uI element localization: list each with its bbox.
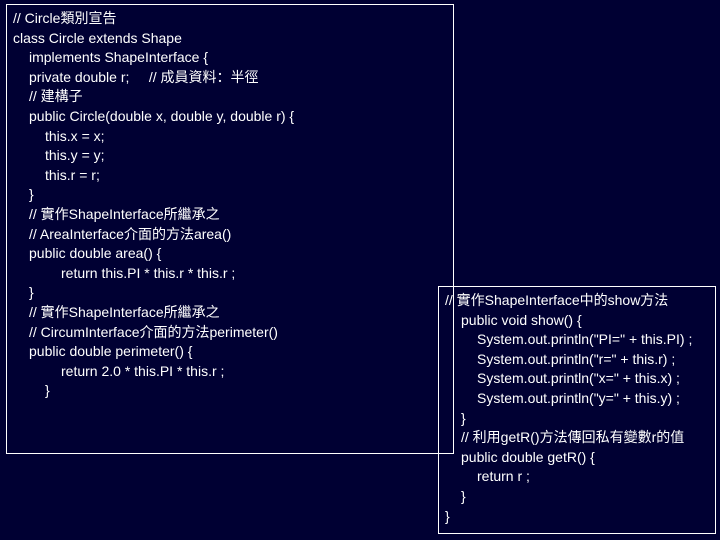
code-line: public double perimeter() {: [13, 342, 447, 362]
code-box-right: // 實作ShapeInterface中的show方法 public void …: [438, 286, 716, 534]
code-box-left: // Circle類別宣告 class Circle extends Shape…: [6, 4, 454, 454]
code-line: this.y = y;: [13, 146, 447, 166]
code-line: }: [445, 409, 709, 429]
code-line: // AreaInterface介面的方法area(): [13, 225, 447, 245]
code-line: System.out.println("x=" + this.x) ;: [445, 369, 709, 389]
code-line: // CircumInterface介面的方法perimeter(): [13, 323, 447, 343]
code-line: System.out.println("PI=" + this.PI) ;: [445, 330, 709, 350]
code-line: private double r; // 成員資料：半徑: [13, 68, 447, 88]
code-line: // 實作ShapeInterface所繼承之: [13, 303, 447, 323]
code-line: class Circle extends Shape: [13, 29, 447, 49]
code-line: public double getR() {: [445, 448, 709, 468]
code-line: }: [445, 487, 709, 507]
code-line: public Circle(double x, double y, double…: [13, 107, 447, 127]
code-line: // 建構子: [13, 87, 447, 107]
code-line: public double area() {: [13, 244, 447, 264]
code-line: // 實作ShapeInterface所繼承之: [13, 205, 447, 225]
code-line: // 實作ShapeInterface中的show方法: [445, 291, 709, 311]
code-line: }: [13, 381, 447, 401]
code-line: }: [445, 507, 709, 527]
code-line: public void show() {: [445, 311, 709, 331]
code-line: // Circle類別宣告: [13, 9, 447, 29]
code-line: return r ;: [445, 467, 709, 487]
code-line: return 2.0 * this.PI * this.r ;: [13, 362, 447, 382]
code-line: System.out.println("r=" + this.r) ;: [445, 350, 709, 370]
code-line: // 利用getR()方法傳回私有變數r的值: [445, 428, 709, 448]
code-line: implements ShapeInterface {: [13, 48, 447, 68]
code-line: }: [13, 185, 447, 205]
code-line: this.r = r;: [13, 166, 447, 186]
code-line: return this.PI * this.r * this.r ;: [13, 264, 447, 284]
code-line: System.out.println("y=" + this.y) ;: [445, 389, 709, 409]
code-line: }: [13, 283, 447, 303]
code-line: this.x = x;: [13, 127, 447, 147]
